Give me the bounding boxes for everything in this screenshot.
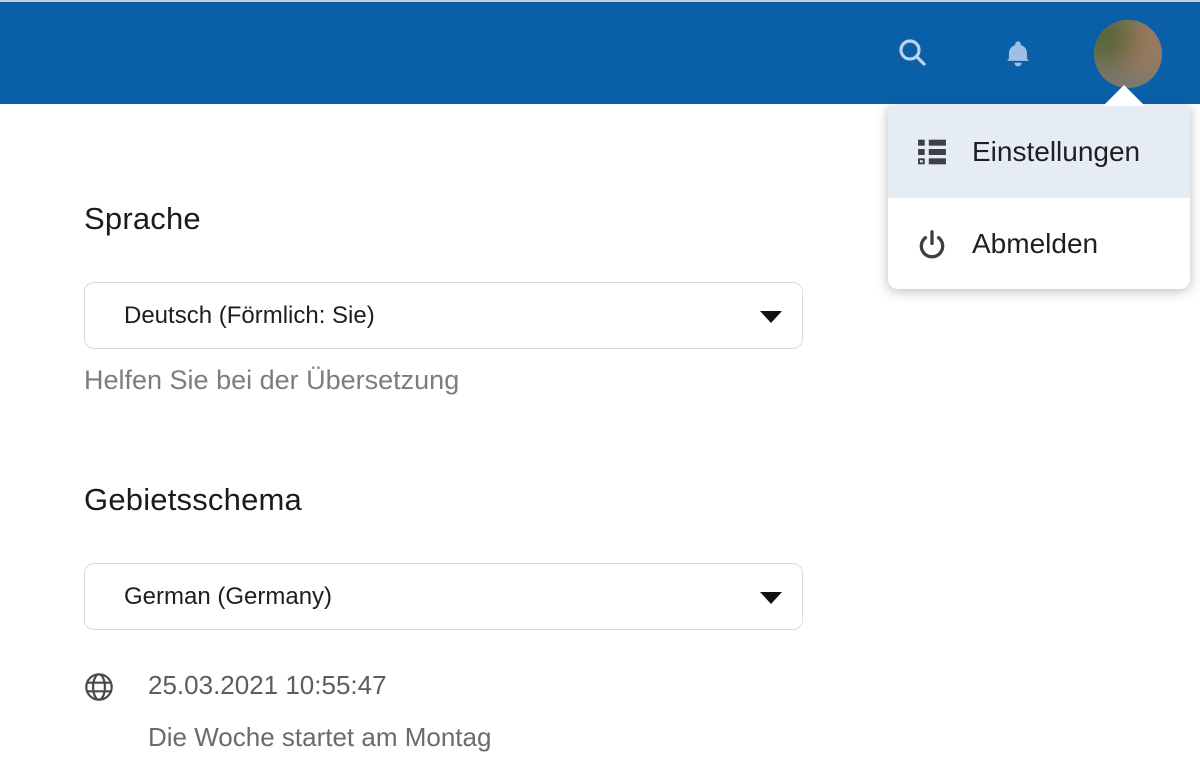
notifications-button[interactable] [995,32,1041,78]
locale-select-value: German (Germany) [124,583,332,611]
app-header [0,2,1200,104]
language-select-value: Deutsch (Förmlich: Sie) [124,302,375,330]
menu-caret-icon [1103,85,1145,106]
avatar-photo [1094,20,1162,88]
locale-select[interactable]: German (Germany) [84,563,803,630]
window-top-edge [0,0,1200,2]
locale-info: 25.03.2021 10:55:47 Die Woche startet am… [84,670,1200,753]
locale-text: 25.03.2021 10:55:47 Die Woche startet am… [148,670,491,753]
user-menu: Einstellungen Abmelden [888,106,1190,289]
current-datetime: 25.03.2021 10:55:47 [148,670,491,701]
user-avatar-button[interactable] [1094,20,1162,88]
menu-item-logout[interactable]: Abmelden [888,198,1190,289]
search-icon [895,35,931,74]
menu-item-label: Einstellungen [972,136,1140,168]
search-button[interactable] [890,31,936,77]
power-icon [916,228,948,260]
bell-icon [1002,38,1034,73]
menu-item-settings[interactable]: Einstellungen [888,106,1190,198]
language-select[interactable]: Deutsch (Förmlich: Sie) [84,282,803,349]
settings-list-icon [916,136,948,168]
menu-item-label: Abmelden [972,228,1098,260]
caret-down-icon [760,592,782,604]
globe-icon [84,672,114,702]
week-start-note: Die Woche startet am Montag [148,722,491,753]
translation-help-link[interactable]: Helfen Sie bei der Übersetzung [84,365,459,396]
locale-heading: Gebietsschema [84,482,1200,518]
caret-down-icon [760,311,782,323]
locale-section: Gebietsschema German (Germany) 25.03.202… [84,482,1200,753]
